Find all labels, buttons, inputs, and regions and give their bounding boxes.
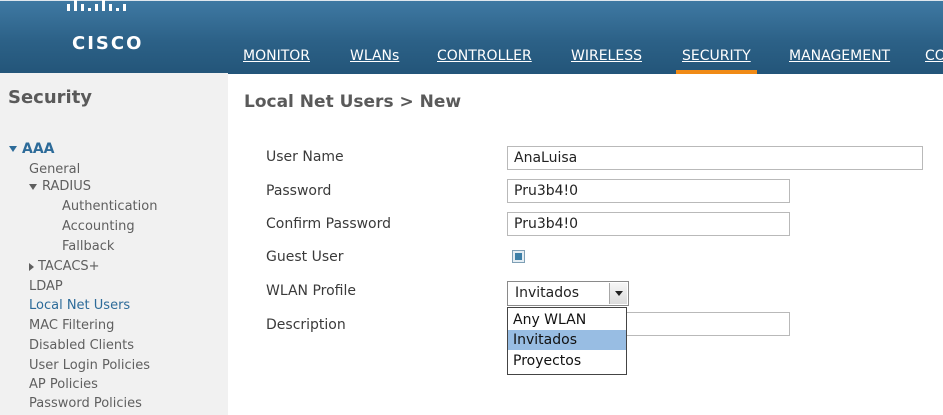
password-label: Password xyxy=(266,183,332,199)
sidebar-item-disabled-clients[interactable]: Disabled Clients xyxy=(29,338,134,353)
nav-management[interactable]: MANAGEMENT xyxy=(789,43,890,74)
description-label: Description xyxy=(266,317,346,333)
nav-monitor[interactable]: MONITOR xyxy=(243,43,310,74)
sidebar-item-radius[interactable]: RADIUS xyxy=(29,179,91,194)
sidebar-item-label: RADIUS xyxy=(42,179,92,194)
user-name-input[interactable]: AnaLuisa xyxy=(507,146,923,170)
expand-icon xyxy=(29,183,37,190)
page-title: Local Net Users > New xyxy=(244,92,462,112)
sidebar-item-general[interactable]: General xyxy=(29,162,80,177)
sidebar-item-password-policies[interactable]: Password Policies xyxy=(29,396,142,411)
sidebar-item-authentication[interactable]: Authentication xyxy=(62,199,157,214)
nav-controller[interactable]: CONTROLLER xyxy=(437,43,532,74)
chevron-down-icon[interactable] xyxy=(609,283,627,304)
sidebar-item-mac-filtering[interactable]: MAC Filtering xyxy=(29,318,114,333)
cisco-logo: CISCO xyxy=(67,0,167,61)
wlan-option-invitados[interactable]: Invitados xyxy=(508,330,626,350)
sidebar-item-label: TACACS+ xyxy=(38,259,100,274)
wlan-profile-label: WLAN Profile xyxy=(266,283,356,299)
guest-user-label: Guest User xyxy=(266,249,344,265)
nav-wlans[interactable]: WLANs xyxy=(350,43,399,74)
top-header: CISCO MONITOR WLANs CONTROLLER WIRELESS … xyxy=(0,0,943,74)
nav-wireless[interactable]: WIRELESS xyxy=(571,43,642,74)
sidebar-item-local-net-users[interactable]: Local Net Users xyxy=(29,298,130,313)
guest-user-checkbox[interactable] xyxy=(512,250,525,263)
wlan-profile-select[interactable]: Invitados xyxy=(507,281,629,306)
sidebar-title: Security xyxy=(8,87,93,108)
cisco-wordmark: CISCO xyxy=(72,33,144,54)
collapsed-icon xyxy=(29,262,34,271)
sidebar-item-tacacs[interactable]: TACACS+ xyxy=(29,259,100,274)
sidebar-item-aaa[interactable]: AAA xyxy=(9,141,55,157)
wlan-option-proyectos[interactable]: Proyectos xyxy=(508,351,626,371)
expand-icon xyxy=(9,146,17,152)
password-input[interactable]: Pru3b4!0 xyxy=(507,179,790,203)
wlan-profile-dropdown: Any WLAN Invitados Proyectos xyxy=(507,307,627,375)
sidebar-item-label: AAA xyxy=(22,141,55,157)
sidebar-item-fallback[interactable]: Fallback xyxy=(62,239,114,254)
user-name-label: User Name xyxy=(266,149,344,165)
sidebar-item-ldap[interactable]: LDAP xyxy=(29,279,63,294)
wlan-option-any[interactable]: Any WLAN xyxy=(508,310,626,330)
sidebar-item-ap-policies[interactable]: AP Policies xyxy=(29,377,98,392)
security-sidebar: Security AAA General RADIUS Authenticati… xyxy=(0,73,228,415)
nav-security[interactable]: SECURITY xyxy=(676,43,757,74)
sidebar-item-user-login-policies[interactable]: User Login Policies xyxy=(29,358,150,373)
confirm-password-label: Confirm Password xyxy=(266,216,392,232)
sidebar-item-accounting[interactable]: Accounting xyxy=(62,219,135,234)
nav-commands[interactable]: CO xyxy=(925,43,943,74)
wlan-profile-selected-value: Invitados xyxy=(515,285,579,301)
confirm-password-input[interactable]: Pru3b4!0 xyxy=(507,212,790,236)
